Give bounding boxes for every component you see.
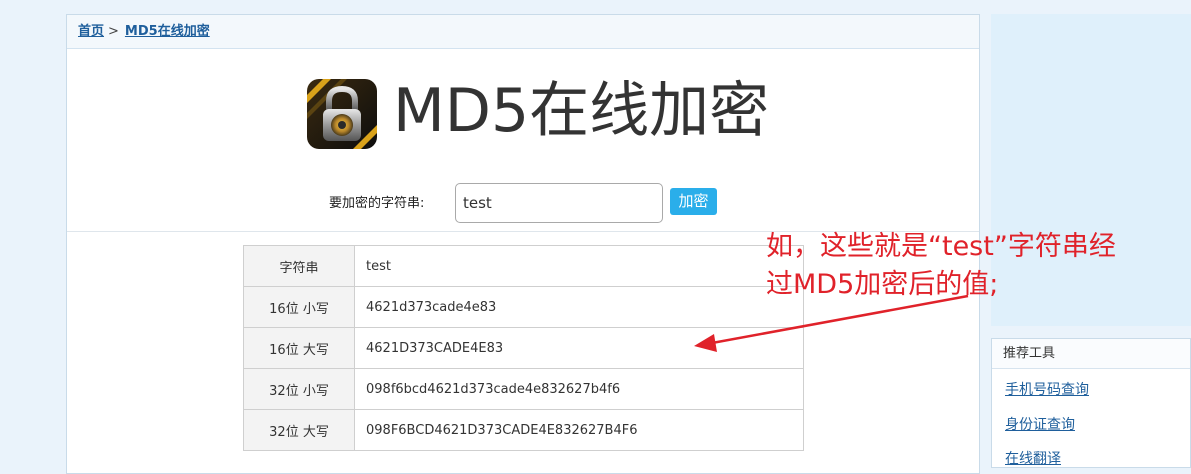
breadcrumb: 首页 > MD5在线加密 <box>67 15 979 49</box>
table-row: 16位 小写 4621d373cade4e83 <box>243 286 804 328</box>
results-table: 字符串 test 16位 小写 4621d373cade4e83 16位 大写 … <box>243 245 804 451</box>
string-input[interactable]: test <box>455 183 663 223</box>
row-key: 16位 小写 <box>243 286 355 328</box>
row-key: 32位 小写 <box>243 368 355 410</box>
recommended-tools-box: 推荐工具 手机号码查询 身份证查询 在线翻译 <box>991 338 1191 468</box>
row-value: 4621D373CADE4E83 <box>354 327 804 369</box>
breadcrumb-separator: > <box>108 24 119 39</box>
annotation-line-1: 如，这些就是“test”字符串经 <box>766 231 1116 262</box>
encrypt-button[interactable]: 加密 <box>670 188 717 215</box>
row-key: 16位 大写 <box>243 327 355 369</box>
table-row: 16位 大写 4621D373CADE4E83 <box>243 327 804 369</box>
breadcrumb-home-link[interactable]: 首页 <box>78 24 104 39</box>
row-value: 098f6bcd4621d373cade4e832627b4f6 <box>354 368 804 410</box>
sidebar-link-id-lookup[interactable]: 身份证查询 <box>1005 414 1075 434</box>
row-value: 098F6BCD4621D373CADE4E832627B4F6 <box>354 409 804 451</box>
annotation-line-2: 过MD5加密后的值; <box>766 269 999 300</box>
recommended-tools-title: 推荐工具 <box>992 339 1190 369</box>
table-row: 32位 小写 098f6bcd4621d373cade4e832627b4f6 <box>243 368 804 410</box>
annotation-note: 如，这些就是“test”字符串经 过MD5加密后的值; <box>766 228 1190 304</box>
row-value: test <box>354 245 804 287</box>
row-key: 字符串 <box>243 245 355 287</box>
padlock-icon <box>307 79 377 149</box>
row-key: 32位 大写 <box>243 409 355 451</box>
table-row: 字符串 test <box>243 245 804 287</box>
row-value: 4621d373cade4e83 <box>354 286 804 328</box>
hero-section: MD5在线加密 要加密的字符串: test 加密 <box>67 49 979 232</box>
sidebar-link-translate[interactable]: 在线翻译 <box>1005 448 1061 468</box>
page-title: MD5在线加密 <box>393 76 770 146</box>
sidebar-link-phone-lookup[interactable]: 手机号码查询 <box>1005 379 1089 399</box>
breadcrumb-current-link[interactable]: MD5在线加密 <box>125 24 210 39</box>
table-row: 32位 大写 098F6BCD4621D373CADE4E832627B4F6 <box>243 409 804 451</box>
string-input-label: 要加密的字符串: <box>329 196 425 211</box>
